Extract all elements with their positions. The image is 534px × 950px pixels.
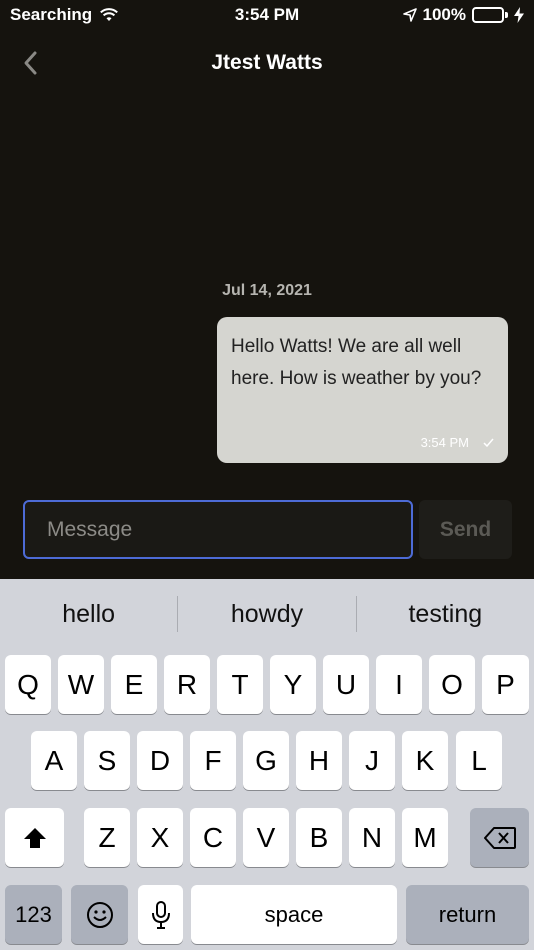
send-button[interactable]: Send — [419, 500, 512, 559]
key-f[interactable]: F — [190, 731, 236, 790]
emoji-key[interactable] — [71, 885, 128, 944]
location-arrow-icon — [402, 8, 417, 22]
delete-key[interactable] — [470, 808, 529, 867]
message-composer: Send — [23, 500, 512, 559]
suggestion-hello[interactable]: hello — [0, 600, 177, 629]
key-q[interactable]: Q — [5, 655, 51, 714]
numbers-key[interactable]: 123 — [5, 885, 62, 944]
nav-header: Jtest Watts — [0, 40, 534, 86]
key-k[interactable]: K — [402, 731, 448, 790]
key-x[interactable]: X — [137, 808, 183, 867]
status-bar-right: 100% — [402, 5, 524, 25]
message-meta: 3:54 PM — [421, 435, 494, 450]
status-bar: Searching 3:54 PM 100% — [0, 0, 534, 30]
key-d[interactable]: D — [137, 731, 183, 790]
suggestion-bar: hello howdy testing — [0, 579, 534, 649]
key-p[interactable]: P — [482, 655, 529, 714]
key-e[interactable]: E — [111, 655, 157, 714]
key-u[interactable]: U — [323, 655, 369, 714]
backspace-icon — [483, 826, 516, 849]
dictation-key[interactable] — [138, 885, 183, 944]
keyboard: hello howdy testing Q W E R T Y U I O P … — [0, 579, 534, 950]
message-time: 3:54 PM — [420, 435, 469, 450]
conversation-date: Jul 14, 2021 — [222, 282, 312, 299]
key-y[interactable]: Y — [270, 655, 316, 714]
battery-percent: 100% — [422, 5, 466, 24]
key-v[interactable]: V — [243, 808, 289, 867]
key-s[interactable]: S — [84, 731, 130, 790]
suggestion-howdy[interactable]: howdy — [178, 600, 355, 629]
key-z[interactable]: Z — [84, 808, 130, 867]
shift-arrow-icon — [23, 827, 46, 848]
key-h[interactable]: H — [296, 731, 342, 790]
space-key[interactable]: space — [191, 885, 397, 944]
suggestion-testing[interactable]: testing — [357, 600, 534, 629]
key-t[interactable]: T — [217, 655, 263, 714]
page-title: Jtest Watts — [211, 51, 323, 74]
battery-icon — [472, 7, 508, 23]
key-r[interactable]: R — [164, 655, 210, 714]
key-n[interactable]: N — [349, 808, 395, 867]
shift-key[interactable] — [5, 808, 64, 867]
key-c[interactable]: C — [190, 808, 236, 867]
key-b[interactable]: B — [296, 808, 342, 867]
charging-bolt-icon — [514, 7, 524, 23]
key-j[interactable]: J — [349, 731, 395, 790]
checkmark-icon — [483, 438, 494, 447]
microphone-icon — [151, 900, 170, 929]
key-a[interactable]: A — [31, 731, 77, 790]
message-input[interactable] — [23, 500, 413, 559]
key-w[interactable]: W — [58, 655, 104, 714]
key-g[interactable]: G — [243, 731, 289, 790]
message-text: Hello Watts! We are all well here. How i… — [231, 336, 482, 389]
return-key[interactable]: return — [406, 885, 529, 944]
key-i[interactable]: I — [376, 655, 422, 714]
key-o[interactable]: O — [429, 655, 475, 714]
outgoing-message-bubble[interactable]: Hello Watts! We are all well here. How i… — [217, 317, 508, 463]
key-l[interactable]: L — [456, 731, 502, 790]
emoji-icon — [86, 901, 113, 928]
key-m[interactable]: M — [402, 808, 448, 867]
